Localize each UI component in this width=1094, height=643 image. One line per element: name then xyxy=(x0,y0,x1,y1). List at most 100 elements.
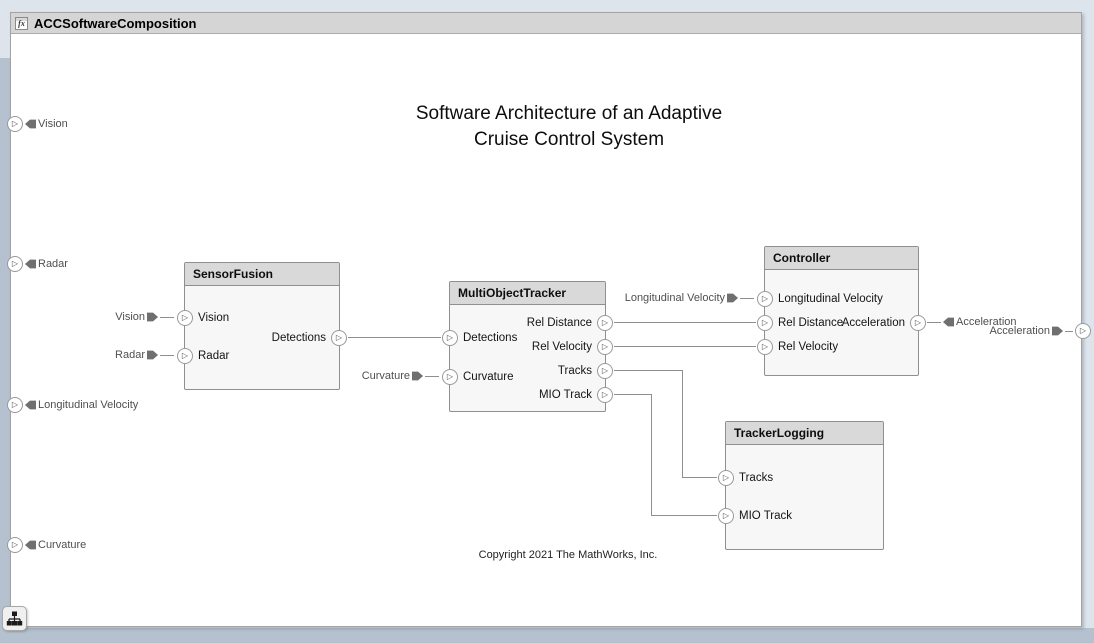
component-sensorfusion-header: SensorFusion xyxy=(185,263,339,286)
wire-rel-velocity[interactable] xyxy=(614,346,756,347)
port-arrow-icon: ▷ xyxy=(182,352,188,360)
signal-label-radar-text: Radar xyxy=(115,349,145,361)
port-arrow-icon: ▷ xyxy=(723,512,729,520)
port-circle-icon: ▷ xyxy=(597,315,613,331)
port-arrow-icon: ▷ xyxy=(447,373,453,381)
wire-stub xyxy=(1065,331,1073,332)
signal-label-vision[interactable]: Vision xyxy=(115,309,174,325)
port-circle-icon: ▷ xyxy=(597,339,613,355)
wire-stub xyxy=(425,376,439,377)
root-input-longitudinal-velocity[interactable]: ▷ Longitudinal Velocity xyxy=(7,397,138,413)
port-circle-icon: ▷ xyxy=(7,537,23,553)
port-mot-mio-track[interactable]: MIO Track ▷ xyxy=(539,387,613,403)
canvas-titlebar: fx ACCSoftwareComposition xyxy=(11,13,1081,34)
port-label: Curvature xyxy=(463,371,514,383)
port-label: Rel Distance xyxy=(527,317,592,329)
port-label: Rel Velocity xyxy=(532,341,592,353)
port-circle-icon: ▷ xyxy=(757,315,773,331)
diagram-title: Software Architecture of an Adaptive Cru… xyxy=(309,101,829,153)
root-input-vision-label: Vision xyxy=(38,118,68,130)
port-trackerlogging-tracks[interactable]: ▷ Tracks xyxy=(718,470,773,486)
port-arrow-icon: ▷ xyxy=(336,334,342,342)
port-label: Tracks xyxy=(739,472,773,484)
port-arrow-icon: ▷ xyxy=(762,319,768,327)
port-sensorfusion-vision[interactable]: ▷ Vision xyxy=(177,310,229,326)
wire-mio-track-seg1[interactable] xyxy=(614,394,651,395)
wire-stub xyxy=(160,355,174,356)
diagram-title-line1: Software Architecture of an Adaptive xyxy=(309,101,829,127)
port-label: Rel Velocity xyxy=(778,341,838,353)
port-label: Vision xyxy=(198,312,229,324)
signal-tag-icon xyxy=(943,317,954,328)
wire-tracks-seg2[interactable] xyxy=(682,370,683,477)
horizontal-scrollbar[interactable] xyxy=(0,628,1094,643)
model-canvas[interactable]: fx ACCSoftwareComposition Software Archi… xyxy=(10,12,1082,627)
port-circle-icon: ▷ xyxy=(331,330,347,346)
wire-rel-distance[interactable] xyxy=(614,322,756,323)
input-tag-icon xyxy=(25,540,36,551)
port-arrow-icon: ▷ xyxy=(12,401,18,409)
port-arrow-icon: ▷ xyxy=(182,314,188,322)
port-arrow-icon: ▷ xyxy=(762,295,768,303)
port-circle-icon: ▷ xyxy=(1075,323,1091,339)
port-controller-acceleration[interactable]: Acceleration ▷ xyxy=(842,315,926,331)
port-mot-detections[interactable]: ▷ Detections xyxy=(442,330,517,346)
hierarchy-icon xyxy=(6,610,23,627)
port-circle-icon: ▷ xyxy=(718,470,734,486)
input-tag-icon xyxy=(25,259,36,270)
port-circle-icon: ▷ xyxy=(7,116,23,132)
port-circle-icon: ▷ xyxy=(7,256,23,272)
wire-mio-track-seg2[interactable] xyxy=(651,394,652,515)
root-input-radar[interactable]: ▷ Radar xyxy=(7,256,68,272)
port-circle-icon: ▷ xyxy=(718,508,734,524)
signal-label-acceleration[interactable]: Acceleration xyxy=(927,314,1017,330)
port-label: MIO Track xyxy=(539,389,592,401)
port-controller-longitudinal-velocity[interactable]: ▷ Longitudinal Velocity xyxy=(757,291,883,307)
port-arrow-icon: ▷ xyxy=(12,541,18,549)
signal-label-longitudinal-velocity-text: Longitudinal Velocity xyxy=(625,292,725,304)
component-controller-header: Controller xyxy=(765,247,918,270)
model-browser-toggle[interactable] xyxy=(2,606,27,631)
component-sensorfusion-title: SensorFusion xyxy=(193,267,273,281)
component-controller-title: Controller xyxy=(773,251,830,265)
wire-tracks-seg3[interactable] xyxy=(682,477,717,478)
component-controller[interactable]: Controller ▷ Longitudinal Velocity ▷ Rel… xyxy=(764,246,919,376)
wire-mio-track-seg3[interactable] xyxy=(651,515,717,516)
root-input-curvature[interactable]: ▷ Curvature xyxy=(7,537,86,553)
port-controller-rel-velocity[interactable]: ▷ Rel Velocity xyxy=(757,339,838,355)
root-input-radar-label: Radar xyxy=(38,258,68,270)
copyright-note: Copyright 2021 The MathWorks, Inc. xyxy=(418,549,718,561)
port-trackerlogging-mio-track[interactable]: ▷ MIO Track xyxy=(718,508,792,524)
port-mot-rel-distance[interactable]: Rel Distance ▷ xyxy=(527,315,613,331)
port-label: Radar xyxy=(198,350,229,362)
wire-detections[interactable] xyxy=(348,337,441,338)
port-circle-icon: ▷ xyxy=(597,387,613,403)
signal-tag-icon xyxy=(727,293,738,304)
output-tag-icon xyxy=(1052,326,1063,337)
port-mot-rel-velocity[interactable]: Rel Velocity ▷ xyxy=(532,339,613,355)
signal-tag-icon xyxy=(147,312,158,323)
port-controller-rel-distance[interactable]: ▷ Rel Distance xyxy=(757,315,843,331)
component-multiobjecttracker-header: MultiObjectTracker xyxy=(450,282,605,305)
port-circle-icon: ▷ xyxy=(177,348,193,364)
port-mot-curvature[interactable]: ▷ Curvature xyxy=(442,369,514,385)
component-sensorfusion[interactable]: SensorFusion ▷ Vision ▷ Radar Detections… xyxy=(184,262,340,390)
port-label: Tracks xyxy=(558,365,592,377)
port-sensorfusion-radar[interactable]: ▷ Radar xyxy=(177,348,229,364)
signal-label-curvature[interactable]: Curvature xyxy=(362,368,439,384)
port-sensorfusion-detections[interactable]: Detections ▷ xyxy=(272,330,347,346)
port-arrow-icon: ▷ xyxy=(1080,327,1086,335)
wire-tracks-seg1[interactable] xyxy=(614,370,682,371)
port-label: Detections xyxy=(463,332,517,344)
port-arrow-icon: ▷ xyxy=(915,319,921,327)
signal-label-longitudinal-velocity[interactable]: Longitudinal Velocity xyxy=(625,290,754,306)
signal-label-vision-text: Vision xyxy=(115,311,145,323)
component-trackerlogging[interactable]: TrackerLogging ▷ Tracks ▷ MIO Track xyxy=(725,421,884,550)
root-input-vision[interactable]: ▷ Vision xyxy=(7,116,68,132)
port-mot-tracks[interactable]: Tracks ▷ xyxy=(558,363,613,379)
component-multiobjecttracker[interactable]: MultiObjectTracker ▷ Detections ▷ Curvat… xyxy=(449,281,606,412)
port-label: Longitudinal Velocity xyxy=(778,293,883,305)
port-arrow-icon: ▷ xyxy=(602,391,608,399)
signal-tag-icon xyxy=(412,371,423,382)
signal-label-radar[interactable]: Radar xyxy=(115,347,174,363)
